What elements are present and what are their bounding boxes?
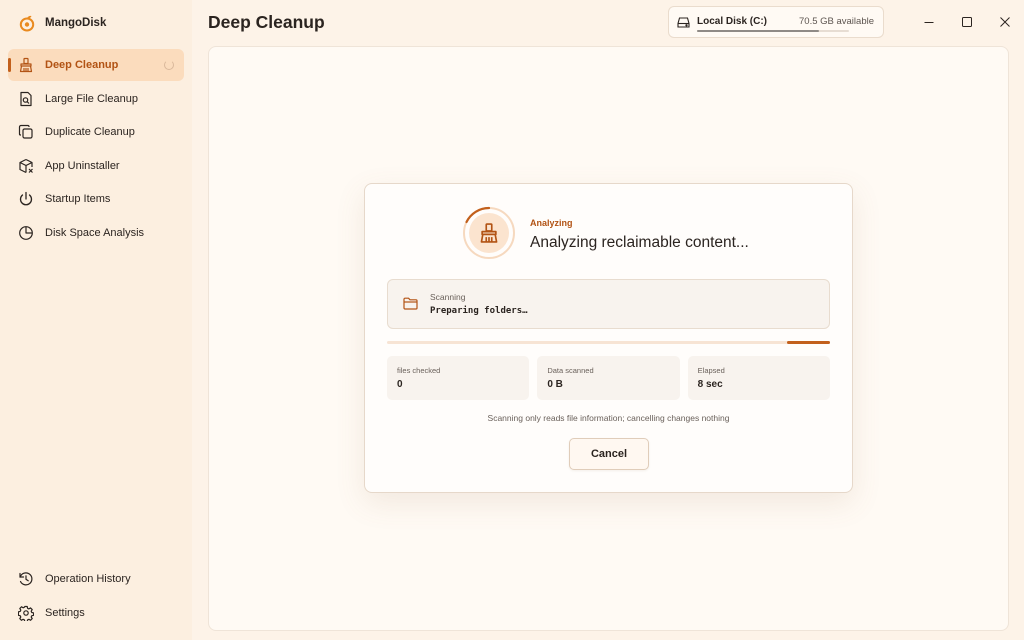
sidebar-item-label: Startup Items xyxy=(45,193,111,206)
close-icon xyxy=(1000,17,1010,27)
broom-icon xyxy=(18,57,34,73)
sidebar-item-label: Large File Cleanup xyxy=(45,92,138,105)
pie-chart-icon xyxy=(18,225,34,241)
maximize-button[interactable] xyxy=(955,10,979,34)
sidebar-item-label: Operation History xyxy=(45,573,131,585)
disk-usage-bar xyxy=(697,30,849,32)
minimize-icon xyxy=(924,22,934,23)
stat-value: 0 B xyxy=(547,379,563,390)
file-search-icon xyxy=(18,91,34,107)
sidebar-item-deep-cleanup[interactable]: Deep Cleanup xyxy=(8,49,184,81)
sidebar-item-label: Deep Cleanup xyxy=(45,59,119,71)
scan-progress-bar xyxy=(387,341,830,344)
minimize-button[interactable] xyxy=(917,10,941,34)
history-icon xyxy=(18,571,34,587)
sidebar-item-large-file-cleanup[interactable]: Large File Cleanup xyxy=(8,83,184,115)
sidebar-bottom-nav: Operation History Settings xyxy=(8,563,184,631)
duplicate-icon xyxy=(18,124,34,140)
folder-icon xyxy=(403,297,418,310)
disk-usage-fill xyxy=(697,30,819,32)
scan-progress-indicator xyxy=(787,341,830,344)
sidebar-item-disk-space-analysis[interactable]: Disk Space Analysis xyxy=(8,217,184,249)
sidebar-item-duplicate-cleanup[interactable]: Duplicate Cleanup xyxy=(8,116,184,148)
stat-label: Data scanned xyxy=(547,366,594,375)
sidebar-item-label: Settings xyxy=(45,607,85,619)
cancel-button[interactable]: Cancel xyxy=(569,438,649,470)
broom-icon xyxy=(480,223,498,243)
status-label: Analyzing xyxy=(530,218,573,228)
mango-logo-icon xyxy=(19,15,35,32)
scan-current-path: Preparing folders… xyxy=(430,306,528,316)
sidebar-item-label: Disk Space Analysis xyxy=(45,226,145,239)
scan-caption: Scanning xyxy=(430,292,466,302)
maximize-icon xyxy=(962,17,972,27)
power-icon xyxy=(18,191,34,207)
hard-drive-icon xyxy=(677,17,690,28)
stat-value: 8 sec xyxy=(697,379,723,390)
stat-data-scanned: Data scanned 0 B xyxy=(537,356,680,400)
sidebar-nav: Deep Cleanup Large File Cleanup Duplicat… xyxy=(8,49,184,251)
status-headline: Analyzing reclaimable content... xyxy=(530,234,749,251)
scan-note: Scanning only reads file information; ca… xyxy=(487,413,730,423)
disk-available: 70.5 GB available xyxy=(799,16,874,27)
sidebar-item-label: App Uninstaller xyxy=(45,159,120,172)
ring-center xyxy=(469,213,509,253)
sidebar-item-label: Duplicate Cleanup xyxy=(45,126,135,139)
stat-label: Elapsed xyxy=(697,366,725,375)
sidebar: MangoDisk Deep Cleanup Large File Cleanu… xyxy=(0,0,192,640)
stat-label: files checked xyxy=(397,366,441,375)
scan-stats: files checked 0 Data scanned 0 B Elapsed… xyxy=(387,356,830,400)
sidebar-item-startup-items[interactable]: Startup Items xyxy=(8,183,184,215)
scan-status-box: Scanning Preparing folders… xyxy=(387,279,830,329)
brand: MangoDisk xyxy=(18,14,106,32)
gear-icon xyxy=(18,605,34,621)
app-name: MangoDisk xyxy=(45,17,107,29)
app-window: MangoDisk Deep Cleanup Large File Cleanu… xyxy=(0,0,1024,640)
sidebar-item-settings[interactable]: Settings xyxy=(8,597,184,629)
page-title: Deep Cleanup xyxy=(208,12,325,32)
disk-selector[interactable]: Local Disk (C:) 70.5 GB available xyxy=(668,6,884,38)
stat-elapsed: Elapsed 8 sec xyxy=(687,356,830,400)
disk-name: Local Disk (C:) xyxy=(697,16,768,27)
stat-value: 0 xyxy=(397,379,403,390)
loading-spinner-icon xyxy=(164,60,174,70)
sidebar-item-operation-history[interactable]: Operation History xyxy=(8,563,184,595)
close-button[interactable] xyxy=(993,10,1017,34)
analysis-dialog: Analyzing Analyzing reclaimable content.… xyxy=(364,183,853,493)
sidebar-item-app-uninstaller[interactable]: App Uninstaller xyxy=(8,150,184,182)
stat-files-checked: files checked 0 xyxy=(387,356,530,400)
package-remove-icon xyxy=(18,158,34,174)
progress-ring xyxy=(462,206,516,260)
